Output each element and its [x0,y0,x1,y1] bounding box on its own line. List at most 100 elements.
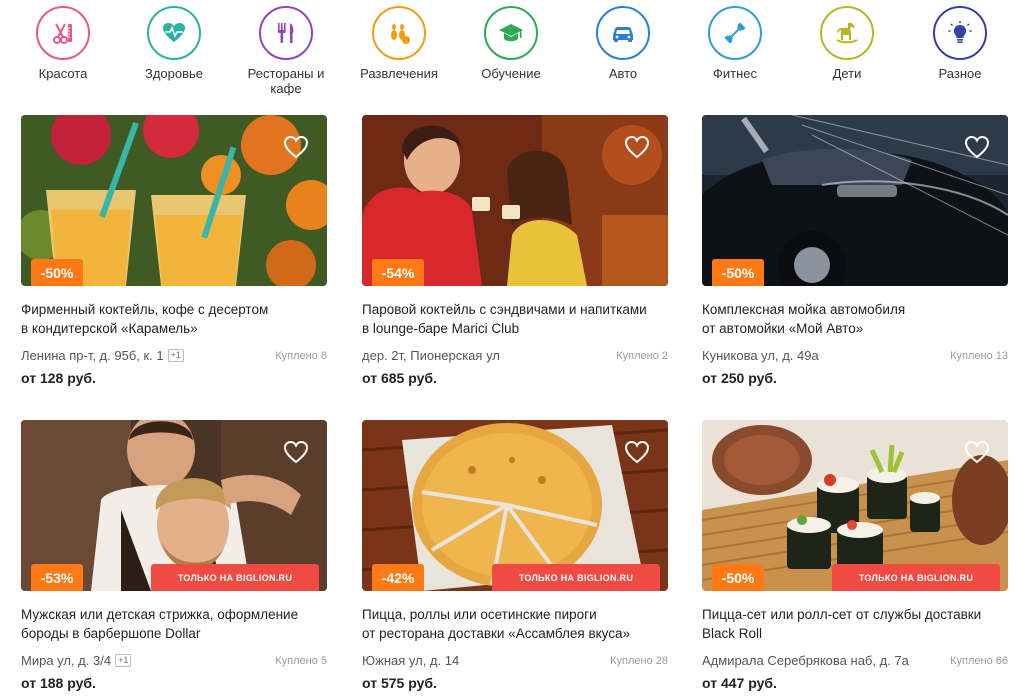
favorite-heart-icon[interactable] [624,135,650,159]
deal-price: от 447 руб. [702,675,777,691]
deal-title[interactable]: Комплексная мойка автомобиля от автомойк… [702,300,1008,338]
deal-title-line: в кондитерской «Карамель» [21,321,198,336]
deal-address: Южная ул, д. 14 [362,653,459,668]
bought-count: Куплено 5 [275,654,327,667]
category-misc[interactable]: Разное [904,6,1016,81]
exclusive-badge: ТОЛЬКО НА BIGLION.RU [492,564,660,591]
deal-meta: Куникова ул, д. 49а Куплено 13 [702,347,1008,364]
extra-locations-badge[interactable]: +1 [167,349,184,362]
ossetian-pie-photo: -42% ТОЛЬКО НА BIGLION.RU [362,420,668,591]
scissors-comb-icon [36,6,90,60]
address-text: Адмирала Серебрякова наб, д. 7а [702,653,909,668]
category-label: Дети [832,66,862,81]
lightbulb-icon [933,6,987,60]
deal-price: от 575 руб. [362,675,437,691]
category-label: Разное [938,66,982,81]
deal-address: Ленина пр-т, д. 95б, к. 1 +1 [21,348,184,363]
discount-badge: -50% [712,259,764,286]
deal-price: от 250 руб. [702,370,777,386]
deal-title-line: от автомойки «Мой Авто» [702,321,864,336]
bought-count: Куплено 8 [275,349,327,362]
address-text: Куникова ул, д. 49а [702,348,819,363]
graduation-cap-icon [484,6,538,60]
extra-locations-badge[interactable]: +1 [115,654,132,667]
bowling-icon [372,6,426,60]
deal-price: от 685 руб. [362,370,437,386]
deal-card[interactable]: -53% ТОЛЬКО НА BIGLION.RU Мужская или де… [21,420,327,691]
deal-title-line: Фирменный коктейль, кофе с десертом [21,302,269,317]
deal-card[interactable]: -50% Комплексная мойка автомобиля от авт… [702,115,1008,386]
deal-title[interactable]: Пицца-сет или ролл-сет от службы доставк… [702,605,1008,643]
deal-address: Куникова ул, д. 49а [702,348,819,363]
category-beauty[interactable]: Красота [7,6,119,81]
deal-card[interactable]: -50% Фирменный коктейль, кофе с десертом… [21,115,327,386]
women-coffee-photo: -54% [362,115,668,286]
exclusive-badge: ТОЛЬКО НА BIGLION.RU [832,564,1000,591]
discount-badge: -42% [372,564,424,591]
category-label: Авто [608,66,638,81]
discount-badge: -50% [712,564,764,591]
category-label: Рестораны и кафе [247,66,325,96]
rocking-horse-icon [820,6,874,60]
category-label: Фитнес [712,66,757,81]
deal-title-line: Пицца-сет или ролл-сет от службы доставк… [702,607,982,622]
category-label: Здоровье [144,66,204,81]
bought-count: Куплено 2 [616,349,668,362]
deal-title[interactable]: Фирменный коктейль, кофе с десертом в ко… [21,300,327,338]
dumbbell-icon [708,6,762,60]
barbershop-photo: -53% ТОЛЬКО НА BIGLION.RU [21,420,327,591]
deal-card[interactable]: -54% Паровой коктейль с сэндвичами и нап… [362,115,668,386]
deal-card[interactable]: -50% ТОЛЬКО НА BIGLION.RU Пицца-сет или … [702,420,1008,691]
discount-badge: -53% [31,564,83,591]
deal-address: дер. 2т, Пионерская ул [362,348,500,363]
deal-meta: дер. 2т, Пионерская ул Куплено 2 [362,347,668,364]
favorite-heart-icon[interactable] [624,440,650,464]
deal-price: от 188 руб. [21,675,96,691]
deal-address: Адмирала Серебрякова наб, д. 7а [702,653,909,668]
address-text: Ленина пр-т, д. 95б, к. 1 [21,348,164,363]
deal-card[interactable]: -42% ТОЛЬКО НА BIGLION.RU Пицца, роллы и… [362,420,668,691]
heart-pulse-icon [147,6,201,60]
deal-title-line: Паровой коктейль с сэндвичами и напиткам… [362,302,647,317]
favorite-heart-icon[interactable] [964,135,990,159]
bought-count: Куплено 28 [610,654,668,667]
address-text: Южная ул, д. 14 [362,653,460,668]
car-wash-photo: -50% [702,115,1008,286]
address-text: Мира ул, д. 3/4 [21,653,112,668]
deal-meta: Южная ул, д. 14 Куплено 28 [362,652,668,669]
bought-count: Куплено 66 [950,654,1008,667]
deal-title-line: Black Roll [702,626,763,641]
exclusive-badge: ТОЛЬКО НА BIGLION.RU [151,564,319,591]
category-label: Красота [38,66,88,81]
category-label: Обучение [481,66,541,81]
cocktails-photo: -50% [21,115,327,286]
deal-title-line: Мужская или детская стрижка, оформление [21,607,299,622]
deal-meta: Мира ул, д. 3/4 +1 Куплено 5 [21,652,327,669]
car-icon [596,6,650,60]
favorite-heart-icon[interactable] [283,440,309,464]
category-fitness[interactable]: Фитнес [679,6,791,81]
category-kids[interactable]: Дети [791,6,903,81]
category-restaurants[interactable]: Рестораны и кафе [230,6,342,96]
category-auto[interactable]: Авто [567,6,679,81]
deal-price: от 128 руб. [21,370,96,386]
sushi-rolls-photo: -50% ТОЛЬКО НА BIGLION.RU [702,420,1008,591]
deal-meta: Адмирала Серебрякова наб, д. 7а Куплено … [702,652,1008,669]
deal-title[interactable]: Мужская или детская стрижка, оформление … [21,605,327,643]
deal-title[interactable]: Паровой коктейль с сэндвичами и напиткам… [362,300,668,338]
bought-count: Куплено 13 [950,349,1008,362]
category-education[interactable]: Обучение [455,6,567,81]
discount-badge: -50% [31,259,83,286]
deal-title-line: в lounge-баре Marici Club [362,321,520,336]
discount-badge: -54% [372,259,424,286]
category-health[interactable]: Здоровье [118,6,230,81]
favorite-heart-icon[interactable] [964,440,990,464]
favorite-heart-icon[interactable] [283,135,309,159]
category-entertainment[interactable]: Развлечения [343,6,455,81]
deal-title[interactable]: Пицца, роллы или осетинские пироги от ре… [362,605,668,643]
category-label: Развлечения [360,66,438,81]
category-bar: Красота Здоровье Рестораны и кафе Развле… [0,0,1024,100]
deal-title-line: бороды в барбершопе Dollar [21,626,201,641]
deal-title-line: Пицца, роллы или осетинские пироги [362,607,597,622]
deal-address: Мира ул, д. 3/4 +1 [21,653,132,668]
